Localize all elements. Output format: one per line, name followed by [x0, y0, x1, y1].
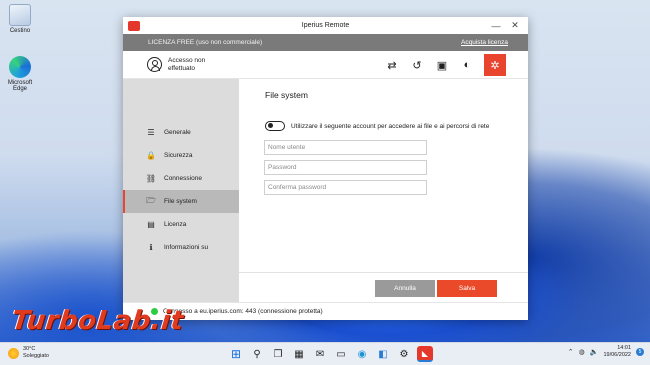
store-icon[interactable]: ◧: [375, 346, 391, 362]
recycle-bin-icon: [9, 4, 31, 26]
search-icon[interactable]: ⚲: [249, 346, 265, 362]
settings-content: File system Utilizzare il seguente accou…: [239, 79, 528, 302]
edge-icon: [9, 56, 31, 78]
taskbar-apps: ⊞ ⚲ ❐ ▦ ✉ ▭ ◉ ◧ ⚙ ◣: [228, 346, 433, 362]
widgets-icon[interactable]: ▦: [291, 346, 307, 362]
title-bar[interactable]: Iperius Remote — ✕: [123, 17, 528, 34]
chevron-up-icon[interactable]: ⌃: [568, 348, 574, 356]
sidebar-item-file-system[interactable]: 🗁 File system: [123, 190, 239, 213]
user-icon[interactable]: [147, 57, 162, 72]
license-text: LICENZA FREE (uso non commerciale): [148, 39, 263, 46]
sidebar-item-licenza[interactable]: ▤ Licenza: [123, 213, 239, 236]
app-window: Iperius Remote — ✕ LICENZA FREE (uso non…: [123, 17, 528, 320]
toolbar-icons: ⇄ ↺ ▣ ◐ ✲: [384, 51, 506, 79]
weather-text: 30°C Soleggiato: [23, 346, 49, 360]
shield-icon[interactable]: ◐: [459, 57, 475, 73]
task-view-icon[interactable]: ❐: [270, 346, 286, 362]
watermark-logo: TurboLab.it: [10, 306, 186, 336]
edge-taskbar-icon[interactable]: ◉: [354, 346, 370, 362]
toggle-knob: [268, 123, 273, 129]
sliders-icon: ☰: [147, 128, 155, 137]
transfer-icon[interactable]: ⇄: [384, 57, 400, 73]
contacts-icon[interactable]: ▣: [434, 57, 450, 73]
buy-license-link[interactable]: Acquista licenza: [461, 39, 508, 46]
iperius-taskbar-icon[interactable]: ◣: [417, 346, 433, 362]
sidebar-item-informazioni[interactable]: ℹ Informazioni su: [123, 236, 239, 259]
desktop-icon-recycle-bin[interactable]: Cestino: [0, 4, 40, 34]
connection-status-text: Connesso a eu.iperius.com: 443 (connessi…: [163, 308, 323, 315]
content-footer: Annulla Salva: [239, 272, 528, 302]
file-explorer-icon[interactable]: ▭: [333, 346, 349, 362]
clock[interactable]: 14:01 19/06/2022: [603, 345, 631, 359]
weather-desc: Soleggiato: [23, 353, 49, 359]
history-icon[interactable]: ↺: [409, 57, 425, 73]
weather-widget[interactable]: 30°C Soleggiato: [8, 346, 49, 360]
folder-icon: 🗁: [146, 195, 156, 205]
desktop-icon-label: Microsoft Edge: [7, 80, 33, 92]
settings-sidebar: ☰ Generale 🔒 Sicurezza ⛓ Connessione 🗁 F…: [123, 79, 239, 302]
settings-taskbar-icon[interactable]: ⚙: [396, 346, 412, 362]
sidebar-item-generale[interactable]: ☰ Generale: [123, 121, 239, 144]
sidebar-item-label: Connessione: [164, 175, 202, 182]
sidebar-item-label: Generale: [164, 129, 191, 136]
sidebar-item-label: File system: [164, 198, 197, 205]
sidebar-item-label: Sicurezza: [164, 152, 193, 159]
section-title: File system: [265, 90, 308, 100]
sun-icon: [8, 347, 19, 359]
desktop-icon-edge[interactable]: Microsoft Edge: [0, 56, 40, 92]
minimize-button[interactable]: —: [486, 17, 506, 34]
desktop-icon-label: Cestino: [9, 28, 31, 34]
username-field[interactable]: [264, 140, 427, 155]
weather-temp: 30°C: [23, 346, 36, 352]
clock-date: 19/06/2022: [603, 352, 631, 358]
document-icon: ▤: [147, 220, 155, 229]
lock-icon: 🔒: [146, 151, 156, 160]
window-title: Iperius Remote: [301, 22, 350, 29]
close-button[interactable]: ✕: [505, 17, 525, 34]
system-tray: ⌃ ◍ 🔈 14:01 19/06/2022 5: [568, 345, 644, 359]
volume-icon[interactable]: 🔈: [590, 348, 599, 356]
user-status[interactable]: Accesso non effettuato: [168, 57, 228, 73]
password-field[interactable]: [264, 160, 427, 175]
cancel-button[interactable]: Annulla: [375, 280, 435, 297]
sidebar-item-sicurezza[interactable]: 🔒 Sicurezza: [123, 144, 239, 167]
network-account-toggle-row: Utilizzare il seguente account per acced…: [265, 121, 489, 131]
network-account-toggle[interactable]: [265, 121, 285, 131]
network-icon[interactable]: ◍: [579, 348, 585, 356]
settings-icon[interactable]: ✲: [484, 54, 506, 76]
start-icon[interactable]: ⊞: [228, 346, 244, 362]
link-icon: ⛓: [145, 174, 157, 183]
toggle-label: Utilizzare il seguente account per acced…: [291, 122, 490, 130]
taskbar: 30°C Soleggiato ⊞ ⚲ ❐ ▦ ✉ ▭ ◉ ◧ ⚙ ◣ ⌃ ◍ …: [0, 342, 650, 365]
toolbar: Accesso non effettuato ⇄ ↺ ▣ ◐ ✲: [123, 51, 528, 79]
sidebar-item-label: Licenza: [164, 221, 187, 228]
confirm-password-field[interactable]: [264, 180, 427, 195]
info-icon: ℹ: [149, 243, 153, 252]
chat-icon[interactable]: ✉: [312, 346, 328, 362]
clock-time: 14:01: [617, 345, 631, 351]
notification-badge[interactable]: 5: [636, 348, 644, 356]
sidebar-item-label: Informazioni su: [164, 244, 209, 251]
license-bar: LICENZA FREE (uso non commerciale) Acqui…: [123, 34, 528, 51]
main-area: ☰ Generale 🔒 Sicurezza ⛓ Connessione 🗁 F…: [123, 79, 528, 302]
save-button[interactable]: Salva: [437, 280, 497, 297]
sidebar-item-connessione[interactable]: ⛓ Connessione: [123, 167, 239, 190]
